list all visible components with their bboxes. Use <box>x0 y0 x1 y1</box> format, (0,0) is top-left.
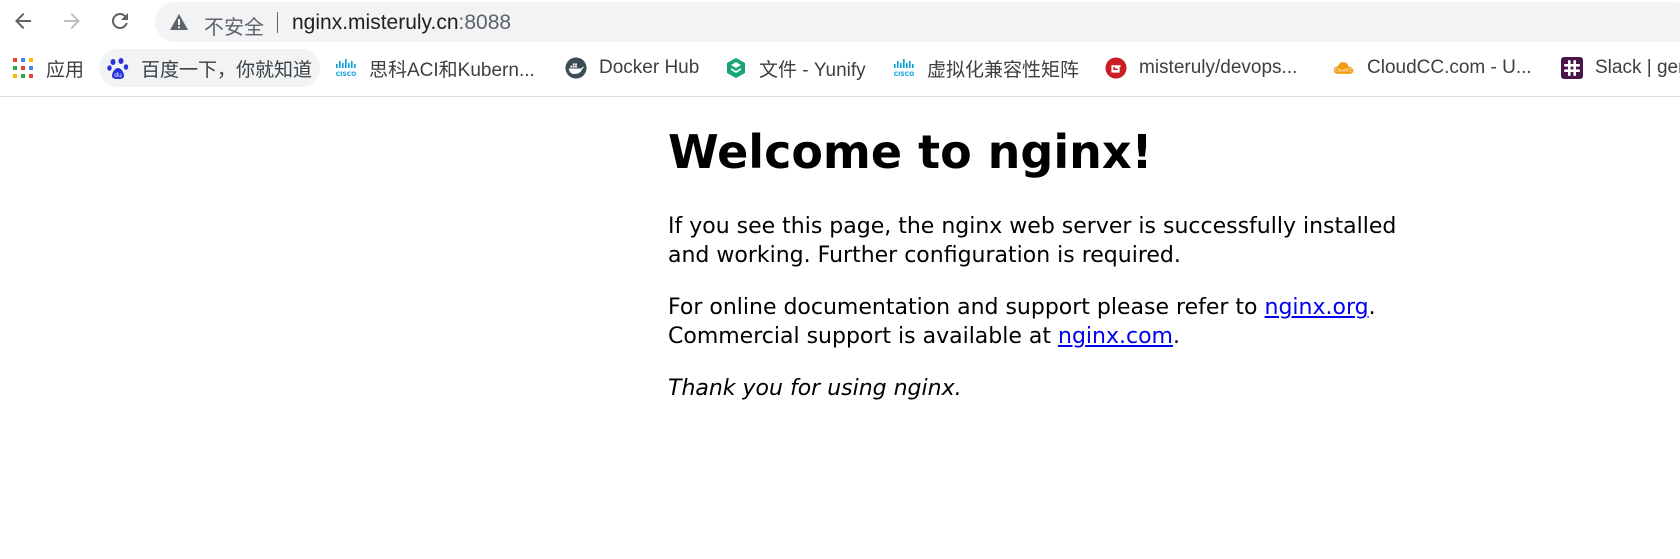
bookmark-label: 应用 <box>46 59 85 81</box>
bookmark-virtualization-matrix[interactable]: CISCO 虚拟化兼容性矩阵 <box>885 49 1087 87</box>
url-text[interactable]: nginx.misteruly.cn:8088 <box>292 11 511 35</box>
nginx-com-link[interactable]: nginx.com <box>1058 324 1173 349</box>
yunify-icon <box>725 57 747 79</box>
docker-icon <box>565 57 587 79</box>
bookmarks-bar: 应用 du 百度一下，你就知道 CISCO 思科ACI和Kubern... Do… <box>0 44 1680 97</box>
arrow-right-icon <box>64 13 80 29</box>
url-port: :8088 <box>458 11 512 34</box>
svg-text:du: du <box>114 72 122 79</box>
bookmark-slack[interactable]: Slack | gen <box>1553 49 1680 87</box>
bookmark-cloudcc[interactable]: CloudCC CloudCC.com - U... <box>1325 49 1540 87</box>
reload-icon <box>111 12 128 29</box>
bookmark-label: misteruly/devops... <box>1139 57 1298 78</box>
bookmark-baidu[interactable]: du 百度一下，你就知道 <box>99 49 321 87</box>
thanks-text: Thank you for using nginx. <box>668 376 962 402</box>
docs-text: For online documentation and support ple… <box>668 295 1265 321</box>
warning-triangle-icon[interactable] <box>170 14 188 30</box>
bookmark-label: 虚拟化兼容性矩阵 <box>927 59 1080 81</box>
bookmark-label: CloudCC.com - U... <box>1367 57 1532 78</box>
cloudcc-icon: CloudCC <box>1333 57 1355 79</box>
omnibox-separator <box>277 12 278 33</box>
svg-text:CISCO: CISCO <box>894 71 914 78</box>
bookmark-label: Slack | gen <box>1595 57 1680 78</box>
support-paragraph: For online documentation and support ple… <box>668 293 1428 351</box>
thanks-paragraph: Thank you for using nginx. <box>668 374 1428 403</box>
nginx-org-link[interactable]: nginx.org <box>1265 295 1369 320</box>
forward-button[interactable] <box>55 4 89 38</box>
bookmark-docker-hub[interactable]: Docker Hub <box>557 49 707 87</box>
bookmark-label: 百度一下，你就知道 <box>141 59 313 81</box>
page-title: Welcome to nginx! <box>668 125 1153 179</box>
bookmark-yunify[interactable]: 文件 - Yunify <box>717 49 874 87</box>
bookmark-apps[interactable]: 应用 <box>4 49 92 87</box>
bookmark-label: 思科ACI和Kubern... <box>369 59 535 81</box>
apps-grid-icon <box>12 57 34 79</box>
security-label[interactable]: 不安全 <box>204 11 264 40</box>
bookmark-label: Docker Hub <box>599 57 700 78</box>
slack-icon <box>1561 57 1583 79</box>
reload-button[interactable] <box>103 4 137 38</box>
bookmark-label: 文件 - Yunify <box>759 59 866 81</box>
intro-paragraph: If you see this page, the nginx web serv… <box>668 214 1397 269</box>
cisco-icon: CISCO <box>335 57 357 79</box>
back-button[interactable] <box>6 4 40 38</box>
page-content: Welcome to nginx! If you see this page, … <box>668 125 1428 426</box>
svg-text:CloudCC: CloudCC <box>1335 67 1353 72</box>
bookmark-gitee-devops[interactable]: misteruly/devops... <box>1097 49 1305 87</box>
baidu-paw-icon: du <box>107 57 129 79</box>
commercial-text: Commercial support is available at <box>668 324 1058 350</box>
commercial-suffix: . <box>1172 324 1180 350</box>
gitee-icon <box>1105 57 1127 79</box>
svg-text:CISCO: CISCO <box>336 71 356 78</box>
arrow-left-icon <box>15 13 31 29</box>
cisco-icon: CISCO <box>893 57 915 79</box>
bookmark-cisco-aci[interactable]: CISCO 思科ACI和Kubern... <box>327 49 543 87</box>
url-host: nginx.misteruly.cn <box>292 11 459 34</box>
browser-toolbar: 不安全 nginx.misteruly.cn:8088 <box>0 0 1680 42</box>
address-bar[interactable]: 不安全 nginx.misteruly.cn:8088 <box>155 2 1680 42</box>
docs-suffix: . <box>1368 295 1376 321</box>
